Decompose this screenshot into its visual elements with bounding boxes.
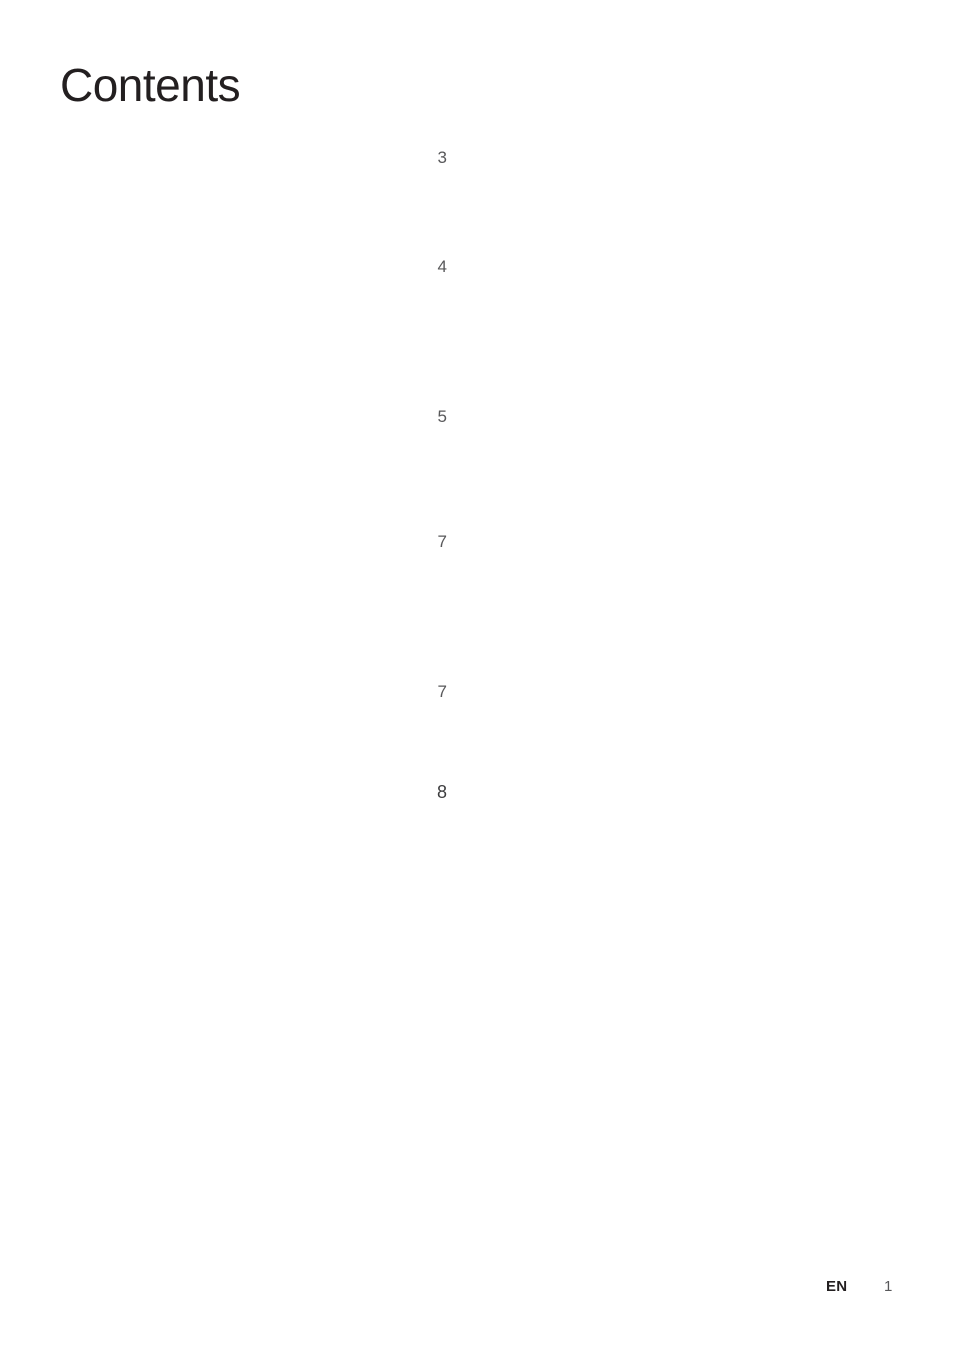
toc-section: 3Get started5Connect power5Turn on5: [60, 407, 447, 532]
toc-subitem-list: Safety2Notice3: [60, 148, 447, 257]
toc-subitem-list: Introduction4What's in the box4Overview …: [60, 257, 447, 407]
toc-subitem[interactable]: Specifications7: [60, 682, 447, 782]
toc-section-heading[interactable]: 6Troubleshooting8: [60, 782, 447, 857]
toc-section: 1Important2Safety2Notice3: [60, 148, 447, 257]
footer-language-code: EN: [826, 1278, 848, 1295]
toc-subitem-list: Connect power5Turn on5: [60, 407, 447, 532]
toc-subitem[interactable]: Overview of the main unit4: [60, 257, 447, 407]
page-title: Contents: [60, 59, 241, 111]
toc-section-page-number: 8: [60, 782, 447, 857]
toc-section: 4Play6Play from a Bluetooth device6Play …: [60, 532, 447, 682]
toc-subitem[interactable]: Control play7: [60, 532, 447, 682]
toc-section: 6Troubleshooting8: [60, 782, 447, 857]
toc-section: 5Product information7Specifications7: [60, 682, 447, 782]
page-footer: EN 1: [0, 1278, 954, 1302]
toc-subitem-list: Specifications7: [60, 682, 447, 782]
toc-section: 2Your Bluetooth Speaker4Introduction4Wha…: [60, 257, 447, 407]
toc-subitem-page-number: 7: [60, 682, 447, 782]
document-page: Contents 1Important2Safety2Notice32Your …: [0, 0, 954, 1350]
toc-subitem[interactable]: Turn on5: [60, 407, 447, 532]
toc-subitem[interactable]: Notice3: [60, 148, 447, 257]
toc-subitem-page-number: 7: [60, 532, 447, 682]
toc-subitem-list: Play from a Bluetooth device6Play from a…: [60, 532, 447, 682]
footer-page-number: 1: [884, 1278, 893, 1295]
table-of-contents: 1Important2Safety2Notice32Your Bluetooth…: [60, 148, 447, 857]
toc-subitem-page-number: 4: [60, 257, 447, 407]
toc-subitem-page-number: 5: [60, 407, 447, 532]
toc-subitem-page-number: 3: [60, 148, 447, 257]
